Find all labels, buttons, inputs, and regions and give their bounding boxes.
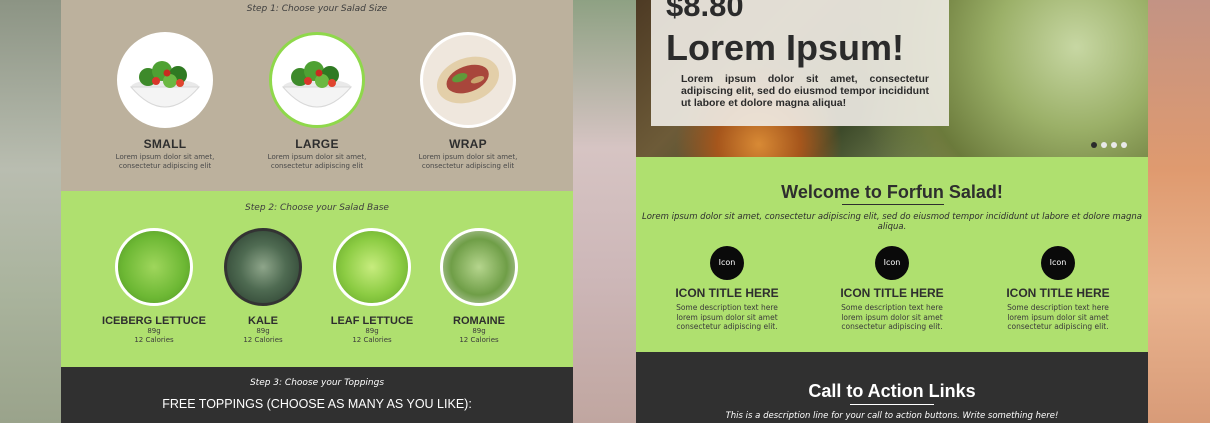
size-section: Step 1: Choose your Salad Size SMALL Lor… bbox=[61, 0, 573, 191]
landing-page-panel: $8.80 Lorem Ipsum! Lorem ipsum dolor sit… bbox=[636, 0, 1148, 423]
base-name: KALE bbox=[248, 315, 278, 327]
base-grams: 89g bbox=[256, 327, 270, 335]
welcome-subtitle: Lorem ipsum dolor sit amet, consectetur … bbox=[641, 212, 1143, 232]
base-name: LEAF LETTUCE bbox=[330, 315, 414, 327]
iceberg-lettuce-image bbox=[115, 228, 193, 306]
salad-builder-panel: Step 1: Choose your Salad Size SMALL Lor… bbox=[61, 0, 573, 423]
base-section: Step 2: Choose your Salad Base ICEBERG L… bbox=[61, 191, 573, 367]
step2-label: Step 2: Choose your Salad Base bbox=[245, 203, 389, 213]
salad-bowl-icon bbox=[129, 61, 201, 108]
feature-desc: Some description text here lorem ipsum d… bbox=[841, 303, 943, 331]
size-name: SMALL bbox=[143, 137, 187, 151]
feature-title: ICON TITLE HERE bbox=[840, 286, 944, 300]
base-grams: 89g bbox=[147, 327, 161, 335]
base-calories: 12 Calories bbox=[134, 336, 174, 344]
toppings-section: Step 3: Choose your Toppings bbox=[61, 367, 573, 423]
toppings-title: FREE TOPPINGS (CHOOSE AS MANY AS YOU LIK… bbox=[162, 397, 472, 411]
base-name: ROMAINE bbox=[453, 315, 505, 327]
salad-bowl-icon bbox=[281, 61, 353, 108]
size-option-large[interactable]: LARGE Lorem ipsum dolor sit amet, consec… bbox=[267, 32, 367, 171]
base-calories: 12 Calories bbox=[459, 336, 499, 344]
size-desc: Lorem ipsum dolor sit amet, consectetur … bbox=[267, 153, 367, 170]
size-option-small[interactable]: SMALL Lorem ipsum dolor sit amet, consec… bbox=[115, 32, 215, 171]
size-desc: Lorem ipsum dolor sit amet, consectetur … bbox=[418, 153, 518, 170]
base-name: ICEBERG LETTUCE bbox=[102, 315, 206, 327]
size-name: LARGE bbox=[295, 137, 339, 151]
size-desc: Lorem ipsum dolor sit amet, consectetur … bbox=[115, 153, 215, 170]
base-option-leaf[interactable]: LEAF LETTUCE 89g 12 Calories bbox=[316, 228, 428, 345]
kale-image bbox=[224, 228, 302, 306]
base-option-romaine[interactable]: ROMAINE 89g 12 Calories bbox=[423, 228, 535, 345]
hero-banner: $8.80 Lorem Ipsum! Lorem ipsum dolor sit… bbox=[636, 0, 1148, 157]
carousel-dot[interactable] bbox=[1111, 142, 1117, 148]
feature-item: Icon ICON TITLE HERE Some description te… bbox=[657, 246, 797, 332]
welcome-title: Welcome to Forfun Salad! bbox=[781, 182, 1003, 202]
carousel-dot[interactable] bbox=[1091, 142, 1097, 148]
base-option-iceberg[interactable]: ICEBERG LETTUCE 89g 12 Calories bbox=[98, 228, 210, 345]
feature-item: Icon ICON TITLE HERE Some description te… bbox=[822, 246, 962, 332]
base-calories: 12 Calories bbox=[243, 336, 283, 344]
size-option-wrap[interactable]: WRAP Lorem ipsum dolor sit amet, consect… bbox=[418, 32, 518, 171]
cta-title: Call to Action Links bbox=[808, 381, 976, 401]
feature-desc: Some description text here lorem ipsum d… bbox=[676, 303, 778, 331]
wrap-image bbox=[420, 32, 516, 128]
carousel-dot[interactable] bbox=[1101, 142, 1107, 148]
carousel-dots bbox=[1091, 142, 1127, 148]
feature-desc: Some description text here lorem ipsum d… bbox=[1007, 303, 1109, 331]
feature-title: ICON TITLE HERE bbox=[1006, 286, 1110, 300]
cta-underline bbox=[850, 404, 934, 405]
size-name: WRAP bbox=[449, 137, 487, 151]
background-blur-left bbox=[0, 0, 62, 423]
romaine-image bbox=[440, 228, 518, 306]
base-option-kale[interactable]: KALE 89g 12 Calories bbox=[207, 228, 319, 345]
title-underline bbox=[842, 204, 944, 205]
feature-item: Icon ICON TITLE HERE Some description te… bbox=[988, 246, 1128, 332]
hero-title: Lorem Ipsum! bbox=[666, 27, 905, 68]
leaf-lettuce-image bbox=[333, 228, 411, 306]
step1-label: Step 1: Choose your Salad Size bbox=[246, 4, 388, 14]
base-grams: 89g bbox=[365, 327, 379, 335]
base-calories: 12 Calories bbox=[352, 336, 392, 344]
step3-label: Step 3: Choose your Toppings bbox=[249, 378, 385, 388]
background-blur-middle bbox=[573, 0, 636, 423]
base-grams: 89g bbox=[472, 327, 486, 335]
carousel-dot[interactable] bbox=[1121, 142, 1127, 148]
feature-icon: Icon bbox=[875, 246, 909, 280]
feature-title: ICON TITLE HERE bbox=[675, 286, 779, 300]
cta-subtitle: This is a description line for your call… bbox=[725, 411, 1059, 421]
feature-icon: Icon bbox=[1041, 246, 1075, 280]
salad-bowl-image bbox=[269, 32, 365, 128]
hero-price: $8.80 bbox=[666, 0, 744, 23]
feature-icon: Icon bbox=[710, 246, 744, 280]
background-blur-right bbox=[1148, 0, 1210, 423]
wrap-icon bbox=[437, 56, 499, 104]
hero-body: Lorem ipsum dolor sit amet, consectetur … bbox=[681, 73, 929, 109]
salad-bowl-image bbox=[117, 32, 213, 128]
